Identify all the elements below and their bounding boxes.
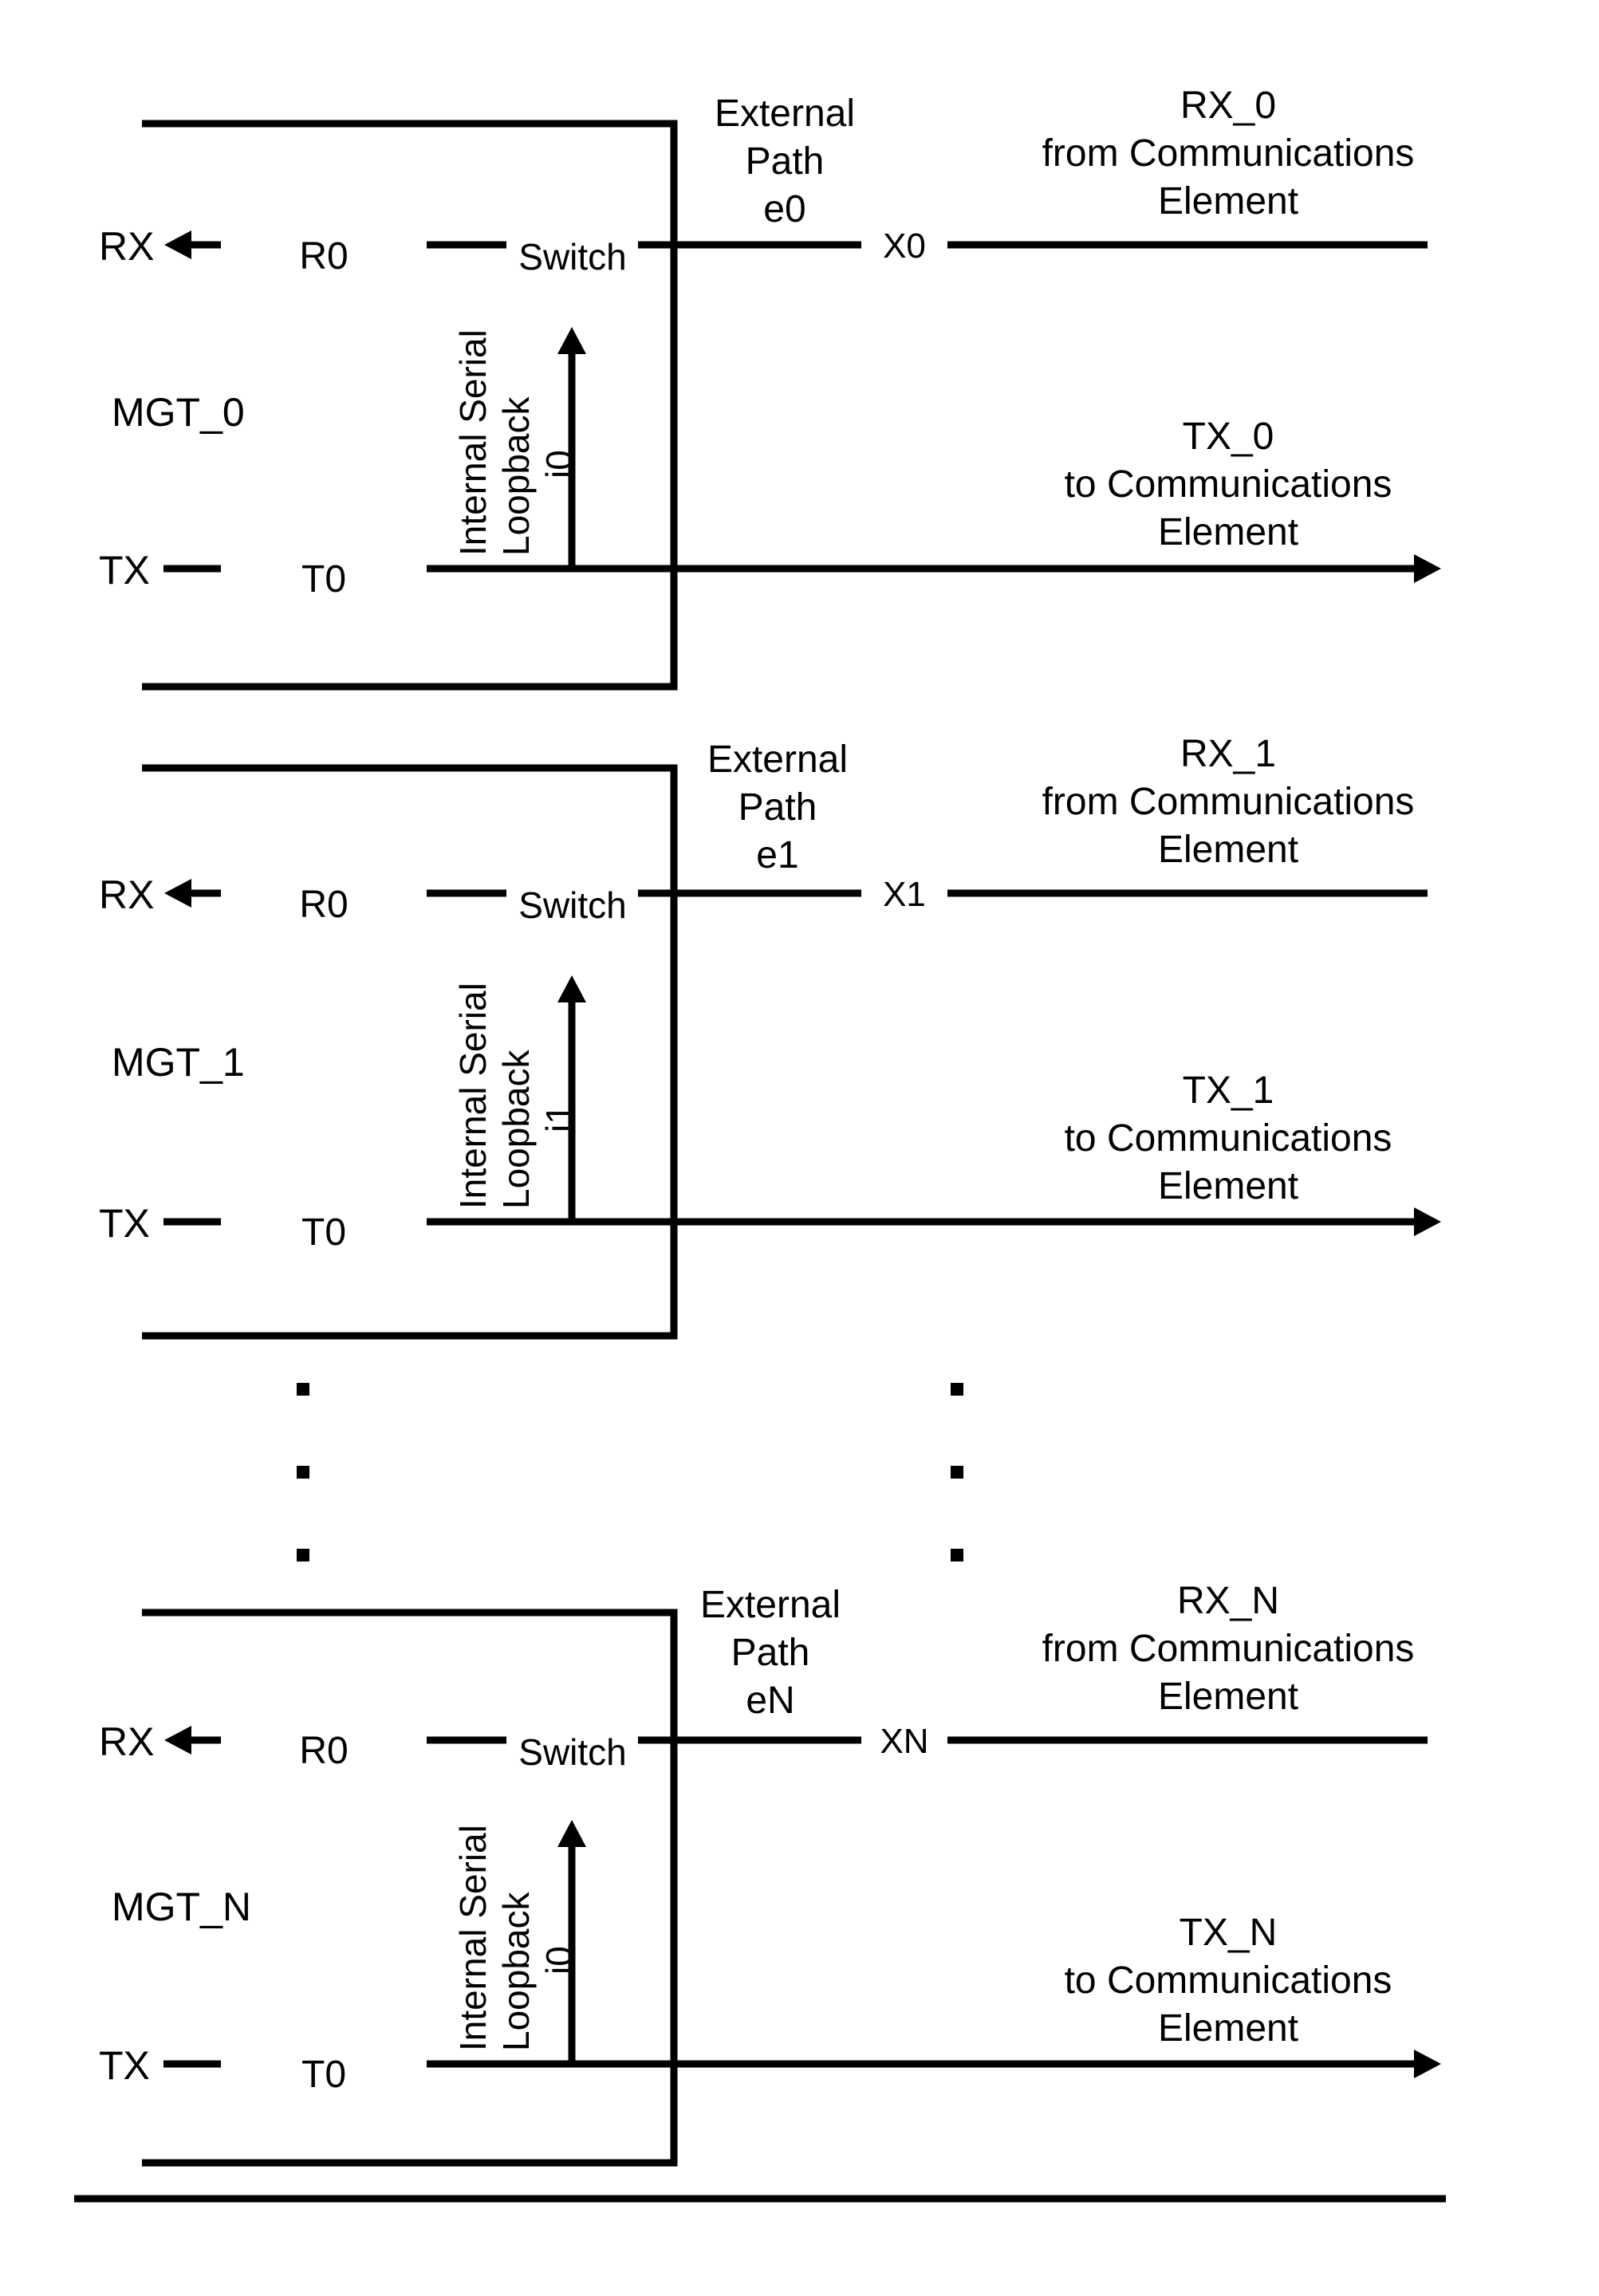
- mgt1-external-path-line2: Path: [738, 786, 817, 829]
- mgtn-tx-dest-line3: Element: [1157, 2007, 1299, 2050]
- ellipsis-dot: [297, 1466, 309, 1479]
- mgtn-external-path-id: eN: [746, 1680, 795, 1722]
- mgt1-rx-source-line3: Element: [1157, 829, 1299, 871]
- mgt1-receiver-label: R0: [299, 884, 349, 926]
- mgtn-external-path-line1: External: [699, 1584, 841, 1626]
- mgt1-loopback-id-label: i1: [538, 1104, 580, 1132]
- mgt1-transmitter-label: T0: [301, 1211, 347, 1254]
- mgt0-transmitter-label: T0: [301, 558, 347, 601]
- mgtn-rx-source-line2: from Communications: [1042, 1628, 1415, 1670]
- mgt0-external-path-line1: External: [714, 93, 856, 135]
- mgt0-tx-arrowhead: [1414, 554, 1441, 583]
- mgt1-block-label: MGT_1: [112, 1040, 245, 1085]
- mgt0-tx-dest-line1: TX_0: [1182, 415, 1274, 458]
- mgtn-loopback-id-label: i0: [538, 1946, 580, 1975]
- mgt0-loopback-arrowhead: [557, 327, 586, 354]
- mgt1-switch-label: Switch: [518, 884, 627, 926]
- mgtn-loopback-caption-line2: Loopback: [495, 1892, 537, 2052]
- ellipsis-dot: [297, 1383, 309, 1396]
- mgt1-tx-arrowhead: [1414, 1207, 1441, 1236]
- mgt0-rx-source-line2: from Communications: [1042, 132, 1415, 175]
- mgt1-rx-arrowhead: [164, 879, 191, 908]
- mgtn-tx-port-label: TX: [99, 2043, 150, 2088]
- ellipsis-dot: [951, 1466, 963, 1479]
- mgt0-tx-dest-line2: to Communications: [1064, 463, 1392, 506]
- mgtn-rx-port-label: RX: [99, 1719, 155, 1764]
- mgtn-receiver-label: R0: [299, 1730, 349, 1772]
- mgt0-external-path-id: e0: [763, 188, 806, 230]
- mgt1-external-path-id: e1: [756, 834, 799, 876]
- mgt1-tx-dest-line1: TX_1: [1182, 1069, 1274, 1112]
- mgt1-external-path-line1: External: [707, 738, 849, 781]
- mgtn-transmitter-label: T0: [301, 2054, 347, 2096]
- ellipsis-dot: [951, 1383, 963, 1396]
- mgt0-external-path-line2: Path: [745, 140, 825, 183]
- mgtn-switch-label: Switch: [518, 1731, 627, 1773]
- mgt1-tx-dest-line3: Element: [1157, 1165, 1299, 1207]
- mgtn-block-label: MGT_N: [112, 1884, 251, 1929]
- mgt1-rx-port-label: RX: [99, 872, 155, 917]
- mgt1-crossbar-label: X1: [883, 875, 926, 914]
- mgtn-rx-arrowhead: [164, 1726, 191, 1754]
- mgtn-tx-dest-line1: TX_N: [1179, 1912, 1278, 1954]
- mgt-loopback-diagram: RX R0 Switch MGT_0 TX T0 Internal Serial…: [0, 0, 1599, 2296]
- mgt1-loopback-caption-line1: Internal Serial: [452, 983, 494, 1209]
- mgt0-rx-arrowhead: [164, 230, 191, 259]
- mgt0-loopback-caption-line2: Loopback: [495, 396, 537, 557]
- mgtn-tx-dest-line2: to Communications: [1064, 1959, 1392, 2002]
- mgt0-tx-port-label: TX: [99, 548, 150, 593]
- mgt0-block-label: MGT_0: [112, 390, 245, 435]
- mgtn-tx-arrowhead: [1414, 2050, 1441, 2078]
- mgtn-rx-source-line3: Element: [1157, 1676, 1299, 1718]
- mgt1-rx-source-line2: from Communications: [1042, 781, 1415, 823]
- mgt1-tx-dest-line2: to Communications: [1064, 1117, 1392, 1160]
- mgt0-crossbar-label: X0: [883, 226, 926, 266]
- mgt0-loopback-caption-line1: Internal Serial: [452, 329, 494, 556]
- mgt0-switch-label: Switch: [518, 236, 627, 278]
- mgt0-rx-source-line1: RX_0: [1180, 85, 1277, 127]
- mgtn-loopback-arrowhead: [557, 1820, 586, 1847]
- mgt0-receiver-label: R0: [299, 235, 349, 278]
- mgt1-loopback-arrowhead: [557, 975, 586, 1002]
- mgt0-rx-source-line3: Element: [1157, 180, 1299, 223]
- mgtn-crossbar-label: XN: [880, 1722, 929, 1761]
- ellipsis-dot: [297, 1549, 309, 1562]
- mgt1-rx-source-line1: RX_1: [1180, 733, 1277, 775]
- mgt1-tx-port-label: TX: [99, 1201, 150, 1246]
- mgtn-external-path-line2: Path: [731, 1632, 810, 1674]
- mgt0-loopback-id-label: i0: [538, 450, 580, 478]
- mgt0-tx-dest-line3: Element: [1157, 511, 1299, 553]
- ellipsis-dot: [951, 1549, 963, 1562]
- mgtn-loopback-caption-line1: Internal Serial: [452, 1825, 494, 2051]
- mgt1-loopback-caption-line2: Loopback: [495, 1050, 537, 1210]
- mgt0-rx-port-label: RX: [99, 224, 155, 269]
- mgtn-rx-source-line1: RX_N: [1176, 1580, 1280, 1622]
